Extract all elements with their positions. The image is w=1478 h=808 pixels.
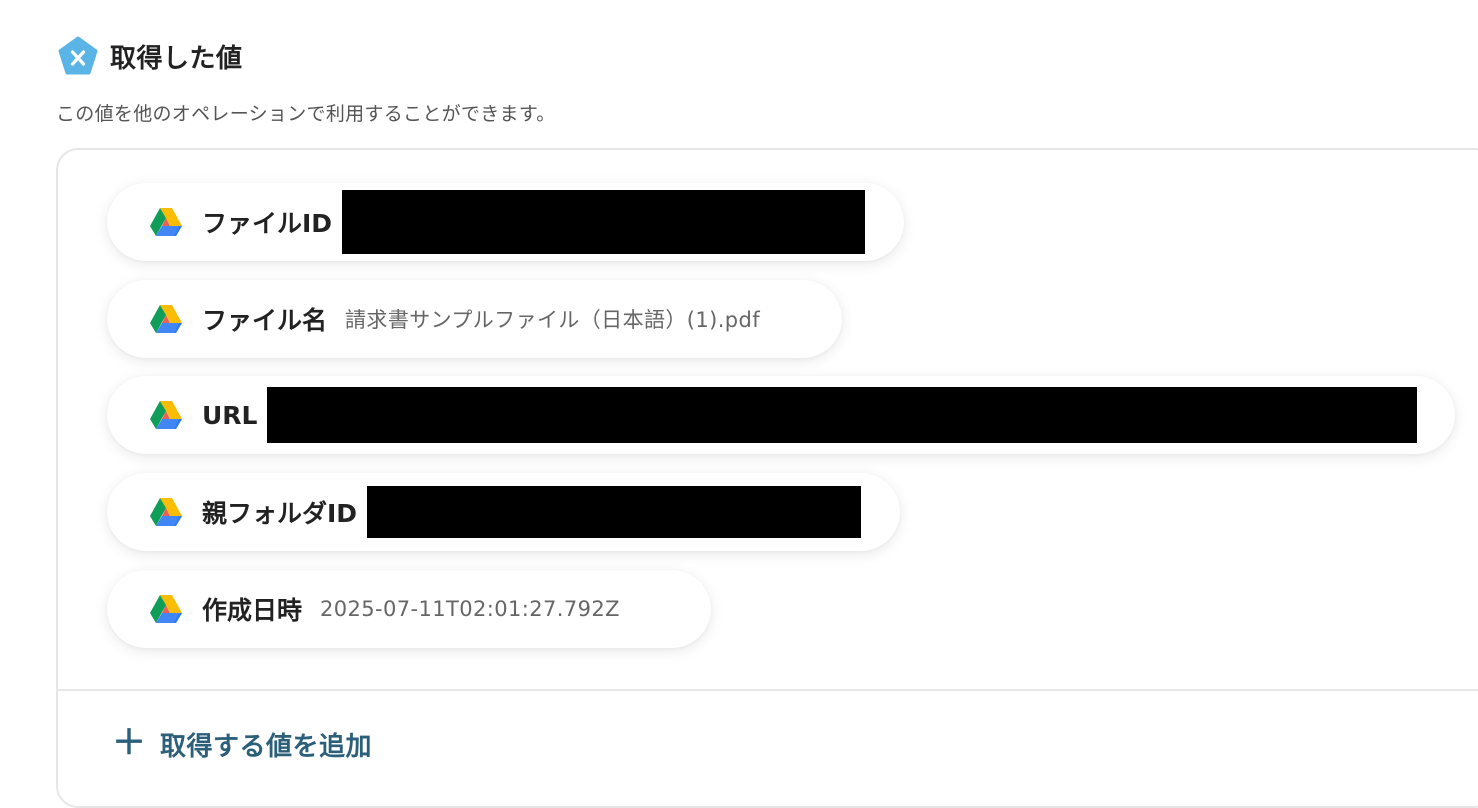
card-divider [56,689,1478,691]
plus-icon: ＋ [112,722,146,763]
section-title: 取得した値 [110,43,243,74]
field-pill-created-at[interactable]: 作成日時 2025-07-11T02:01:27.792Z [107,570,711,648]
redacted-value [342,190,866,254]
field-pill-file-id[interactable]: ファイルID [107,183,904,261]
google-drive-icon [150,595,182,623]
field-pill-url[interactable]: URL [107,376,1455,454]
section-description: この値を他のオペレーションで利用することができます。 [56,103,556,125]
field-label: ファイルID [202,209,333,238]
field-value: 請求書サンプルファイル（日本語）(1).pdf [345,308,761,332]
section-header: 取得した値 [58,36,243,76]
google-drive-icon [150,498,182,526]
yoom-pentagon-icon [58,36,98,76]
field-label: URL [202,400,258,430]
google-drive-icon [150,401,182,429]
redacted-value [267,387,1418,443]
field-pill-file-name[interactable]: ファイル名 請求書サンプルファイル（日本語）(1).pdf [107,280,842,358]
field-label: ファイル名 [202,306,328,335]
google-drive-icon [150,305,182,333]
redacted-value [367,486,862,538]
add-value-label: 取得する値を追加 [160,732,373,762]
field-label: 作成日時 [202,596,303,625]
field-pill-parent-folder-id[interactable]: 親フォルダID [107,473,900,551]
google-drive-icon [150,208,182,236]
field-value: 2025-07-11T02:01:27.792Z [320,597,620,621]
add-value-button[interactable]: ＋ 取得する値を追加 [112,726,372,763]
field-label: 親フォルダID [202,499,358,528]
